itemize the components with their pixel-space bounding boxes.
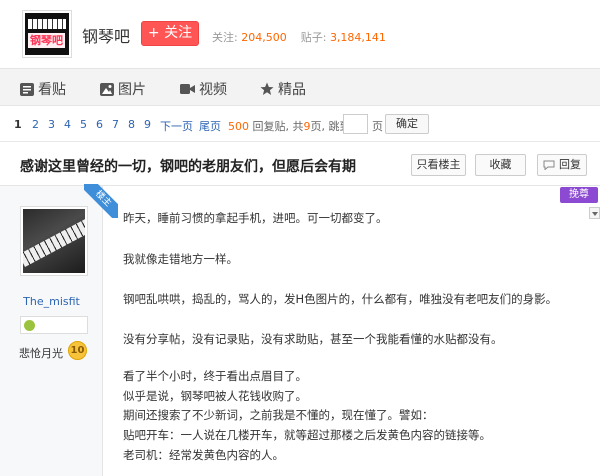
page-link[interactable]: 3	[48, 118, 55, 131]
avatar[interactable]	[20, 206, 88, 276]
forum-header: 钢琴吧 钢琴吧 + 关注 关注: 204,500 贴子: 3,184,141	[0, 0, 600, 68]
post-stat-value: 3,184,141	[329, 31, 386, 44]
total-pages: 9	[303, 120, 311, 133]
badge-icon[interactable]	[24, 320, 35, 331]
page-link[interactable]: 5	[80, 118, 87, 131]
post-paragraph: 没有分享帖，没有记录贴，没有求助贴，甚至一个我能看懂的水贴都没有。	[123, 332, 503, 346]
reply-label: 回复贴,	[252, 120, 290, 133]
badge-box	[20, 316, 88, 334]
nav-tab-images[interactable]: 图片	[100, 79, 146, 99]
forum-stats: 关注: 204,500 贴子: 3,184,141	[212, 29, 386, 45]
forum-logo[interactable]: 钢琴吧	[22, 10, 72, 58]
jump-page-input[interactable]	[343, 114, 368, 134]
page-link[interactable]: 9	[144, 118, 151, 131]
logo-image: 钢琴吧	[25, 13, 69, 55]
plugin-button[interactable]: 挽尊	[560, 187, 598, 203]
post-paragraph: 我就像走错地方一样。	[123, 252, 238, 266]
post-paragraph: 贴吧开车：一人说在几楼开车，就等超过那楼之后发黄色内容的链接等。	[123, 428, 491, 442]
page-unit-label: 页	[372, 120, 383, 133]
piano-keys-graphic	[28, 19, 66, 29]
author-panel: 楼主 The_misfit 悲怆月光 10	[0, 184, 118, 476]
post-paragraph: 钢吧乱哄哄，捣乱的，骂人的，发H色图片的，什么都有，唯独没有老吧友们的身影。	[123, 292, 558, 306]
level-badge: 10	[68, 341, 87, 360]
pagination: 1 2 3 4 5 6 7 8 9 下一页 尾页 500 回复贴, 共9页, 跳…	[0, 106, 600, 142]
total-suffix: 页,	[310, 120, 326, 133]
forum-name[interactable]: 钢琴吧	[82, 23, 130, 47]
video-icon	[180, 84, 195, 94]
page-link[interactable]: 8	[128, 118, 135, 131]
follow-stat-label: 关注:	[212, 31, 238, 44]
reply-summary: 500 回复贴, 共9页, 跳到	[228, 118, 351, 134]
post-paragraph: 期间还搜索了不少新词，之前我是不懂的，现在懂了。譬如：	[123, 408, 434, 422]
page-link[interactable]: 6	[96, 118, 103, 131]
logo-text: 钢琴吧	[28, 33, 65, 48]
thread-title-bar: 感谢这里曾经的一切，钢吧的老朋友们，但愿后会有期 只看楼主 收藏 回复	[0, 142, 600, 186]
page-link[interactable]: 7	[112, 118, 119, 131]
op-tag: 楼主	[84, 184, 118, 218]
post-stat-label: 贴子:	[300, 31, 327, 44]
total-prefix: 共	[292, 120, 304, 133]
post-paragraph: 看了半个小时，终于看出点眉目了。	[123, 369, 307, 383]
nav-label: 视频	[199, 82, 227, 98]
level-name: 悲怆月光	[19, 347, 63, 360]
chevron-down-icon[interactable]	[589, 207, 600, 219]
comment-icon	[543, 160, 555, 170]
nav-tab-videos[interactable]: 视频	[180, 79, 227, 99]
nav-label: 图片	[118, 82, 146, 98]
next-page-link[interactable]: 下一页	[160, 118, 193, 134]
forum-page: 钢琴吧 钢琴吧 + 关注 关注: 204,500 贴子: 3,184,141 看…	[0, 0, 600, 476]
post-paragraph: 似乎是说，钢琴吧被人花钱收购了。	[123, 389, 307, 403]
page-link[interactable]: 2	[32, 118, 39, 131]
only-op-button[interactable]: 只看楼主	[411, 154, 466, 176]
reply-label: 回复	[559, 158, 581, 171]
thread-title: 感谢这里曾经的一切，钢吧的老朋友们，但愿后会有期	[20, 159, 356, 175]
page-link-current: 1	[14, 118, 22, 131]
forum-nav: 看贴 图片 视频 精品	[0, 68, 600, 106]
follow-button[interactable]: + 关注	[141, 21, 199, 46]
avatar-image	[23, 209, 85, 273]
page-link[interactable]: 4	[64, 118, 71, 131]
op-tag-label: 楼主	[84, 184, 118, 218]
post-floor: 楼主 The_misfit 悲怆月光 10 昨天，睡前习惯的拿起手机，进吧。可一…	[0, 184, 600, 476]
post-paragraph: 老司机：经常发黄色内容的人。	[123, 448, 284, 462]
jump-confirm-button[interactable]: 确定	[385, 114, 429, 134]
username[interactable]: The_misfit	[0, 295, 103, 308]
follow-stat-value: 204,500	[241, 31, 287, 44]
nav-label: 精品	[278, 82, 306, 98]
reply-button[interactable]: 回复	[537, 154, 587, 176]
reply-count: 500	[228, 120, 249, 133]
post-list-icon	[20, 82, 34, 96]
star-icon	[260, 82, 274, 95]
nav-tab-posts[interactable]: 看贴	[20, 79, 66, 99]
image-icon	[100, 82, 114, 96]
nav-tab-featured[interactable]: 精品	[260, 79, 306, 99]
last-page-link[interactable]: 尾页	[199, 118, 221, 134]
nav-label: 看贴	[38, 82, 66, 98]
post-paragraph: 昨天，睡前习惯的拿起手机，进吧。可一切都变了。	[123, 211, 388, 225]
favorite-button[interactable]: 收藏	[475, 154, 526, 176]
plugin-label: 挽尊	[569, 189, 589, 200]
piano-keys-graphic	[23, 217, 85, 267]
